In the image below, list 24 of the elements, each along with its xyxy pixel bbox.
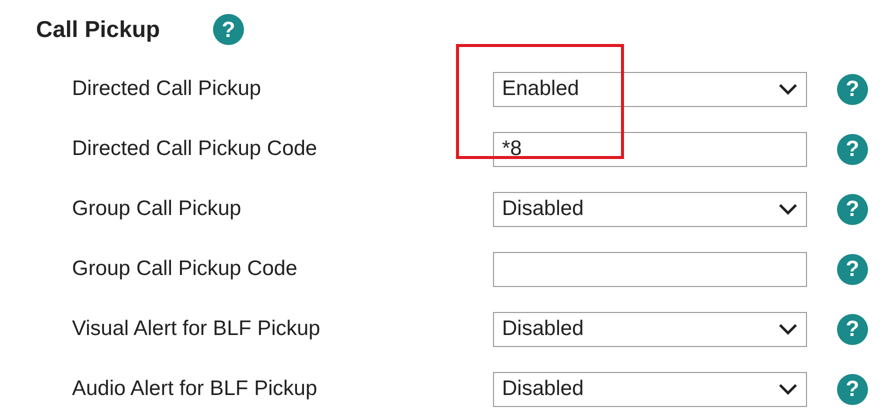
help-button[interactable]: ? bbox=[213, 14, 244, 45]
setting-label: Audio Alert for BLF Pickup bbox=[71, 377, 318, 401]
help-button[interactable]: ? bbox=[837, 254, 868, 284]
dropdown[interactable]: Disabled bbox=[493, 192, 807, 226]
caret-icon bbox=[778, 383, 798, 395]
caret-icon bbox=[778, 323, 798, 335]
caret-icon bbox=[778, 203, 798, 215]
dropdown[interactable]: Enabled bbox=[493, 72, 807, 106]
setting-label: Visual Alert for BLF Pickup bbox=[71, 317, 322, 341]
section-title: Call Pickup bbox=[36, 16, 161, 43]
help-button[interactable]: ? bbox=[837, 74, 868, 104]
help-button[interactable]: ? bbox=[837, 374, 868, 404]
input-field[interactable]: *8 bbox=[493, 132, 807, 166]
help-button[interactable]: ? bbox=[837, 134, 868, 164]
caret-icon bbox=[778, 83, 798, 95]
help-button[interactable]: ? bbox=[837, 314, 868, 344]
setting-label: Directed Call Pickup bbox=[71, 77, 262, 101]
setting-label: Group Call Pickup bbox=[71, 197, 242, 221]
dropdown[interactable]: Disabled bbox=[493, 372, 807, 406]
input-field[interactable] bbox=[493, 252, 807, 286]
dropdown[interactable]: Disabled bbox=[493, 312, 807, 346]
setting-label: Directed Call Pickup Code bbox=[71, 137, 318, 161]
setting-label: Group Call Pickup Code bbox=[71, 257, 298, 281]
help-button[interactable]: ? bbox=[837, 194, 868, 224]
